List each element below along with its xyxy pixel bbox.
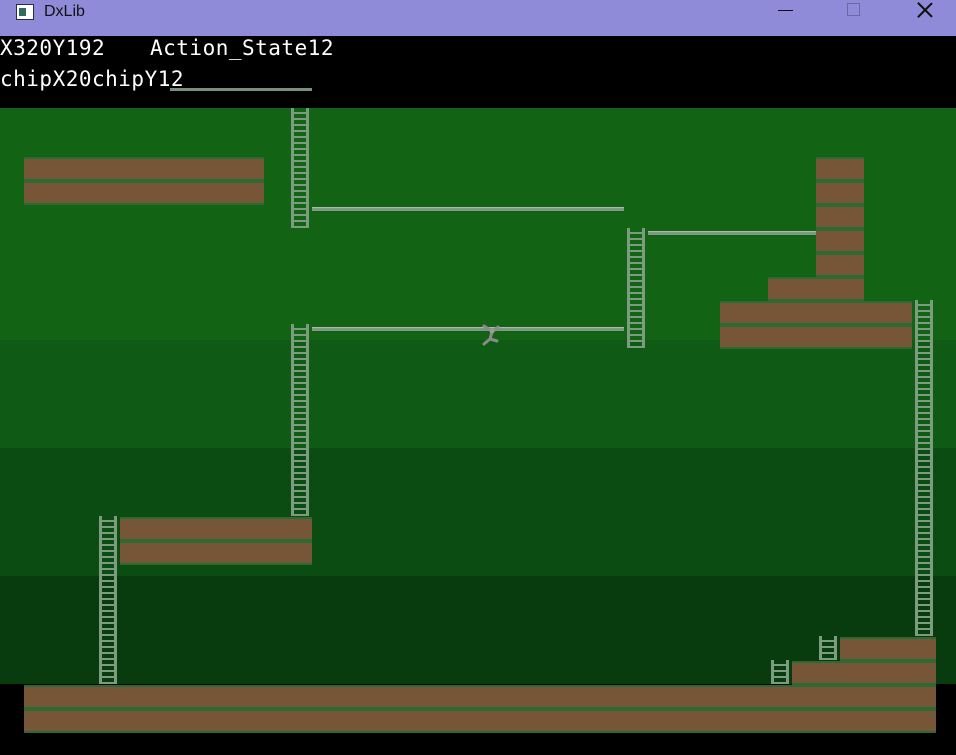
minimize-icon [778,10,793,11]
title-bar[interactable]: DxLib [0,0,956,36]
chip-readout: chipX20chipY12 [0,67,185,91]
ladder [771,660,789,684]
brick-block [816,229,864,253]
background-band [0,340,956,448]
ladder [627,228,645,348]
position-readout: X320Y192 [0,36,106,60]
brick-block [816,205,864,229]
game-window: DxLib X320Y192 Action_State12 chipX20chi… [0,0,956,755]
ladder [915,300,933,636]
rope [648,231,816,235]
close-button[interactable] [902,0,948,24]
game-canvas[interactable] [0,108,956,755]
brick-block [768,277,864,301]
brick-block [840,637,936,661]
maximize-button[interactable] [831,0,877,24]
brick-block [816,181,864,205]
close-icon [917,2,933,18]
ladder [819,636,837,660]
rope [312,207,624,211]
ladder [291,108,309,228]
rope [312,327,624,331]
brick-block [24,181,264,205]
brick-block [24,709,936,733]
brick-block [792,661,936,685]
action-state-readout: Action_State12 [150,36,335,60]
brick-block [24,685,936,709]
brick-block [120,541,312,565]
window-title: DxLib [44,3,85,20]
brick-block [816,253,864,277]
app-window-icon [16,4,34,20]
ladder [291,324,309,516]
minimize-button[interactable] [762,0,808,24]
brick-block [720,325,912,349]
ladder [99,516,117,684]
brick-block [24,157,264,181]
player-sprite [482,324,500,346]
text-cursor-line [170,88,312,91]
brick-block [816,157,864,181]
brick-block [720,301,912,325]
brick-block [120,517,312,541]
maximize-icon [847,3,860,16]
debug-hud: X320Y192 Action_State12 chipX20chipY12 [0,36,956,108]
